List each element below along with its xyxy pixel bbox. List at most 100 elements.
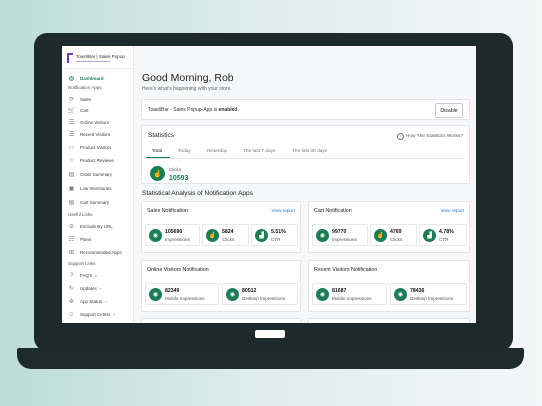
clicks-value: 10593 [169,175,189,182]
how-statistics-link[interactable]: ? How The Statistics Works? [396,133,463,140]
product-visitors-icon: ▭ [68,144,75,151]
desktop-impressions-metric: ◉ 78436 Desktop Impressions [390,283,467,305]
banner-text: ToastiBar - Sales Popup-App is enabled. [148,107,239,113]
metric-value: 5.51% [271,229,286,235]
sidebar-divider [62,68,133,69]
tab-today[interactable]: Today [178,149,191,154]
eye-icon: ◉ [316,229,329,242]
metric-label: Desktop Impressions [242,296,285,301]
analysis-title: Statistical Analysis of Notification App… [142,190,253,197]
tab-yesterday[interactable]: Yesterday [206,149,227,154]
sidebar-item-label: Sales [80,97,92,102]
sidebar-item-low-inventories[interactable]: ▣ Low Inventories [68,184,112,193]
online-visitors-icon: ☰ [68,119,75,126]
view-report-link[interactable]: View report [440,208,464,213]
click-icon: ☝ [206,229,219,242]
sidebar-item-cart[interactable]: 🛒 Cart [68,106,89,115]
laptop-base [17,348,524,369]
order-summary-icon: ▤ [68,171,75,178]
sidebar-item-label: Product Visitors [80,145,112,150]
sidebar-item-label: Updates [80,286,97,291]
updates-icon: ↻ [68,285,75,292]
impressions-metric: ◉ 99770 Impressions [312,224,368,246]
cart-notification-card: Cart Notification View report ◉ 99770 Im… [308,201,470,253]
sidebar-item-label: Plans [80,237,92,242]
page-subtitle: Here's what's happening with your store. [142,86,232,92]
sidebar-item-updates[interactable]: ↻ Updates ↗ [68,284,102,293]
faq-icon: ? [69,272,74,279]
sidebar-item-label: Dashboard [80,76,104,81]
metric-label: Mobile Impressions [165,296,205,301]
cart-icon: 🛒 [67,107,76,114]
sidebar-item-product-reviews[interactable]: ☆ Product Reviews [68,156,114,165]
tab-last-30-days[interactable]: The last 30 days [292,149,327,154]
sidebar-item-label: Online Visitors [80,120,109,125]
tab-divider [146,158,465,159]
help-icon: ? [396,133,404,140]
card-title: Recent Visitors Notification [314,267,378,273]
sidebar-item-product-visitors[interactable]: ▭ Product Visitors [68,143,112,152]
cart-summary-icon: ▤ [68,199,75,206]
metric-label: Impressions [332,237,357,242]
sidebar-item-dashboard[interactable]: ◎ Dashboard [68,74,104,83]
metric-value: 99770 [332,229,347,235]
star-icon: ☆ [68,157,75,164]
link-icon: ⊘ [68,223,75,230]
app-screen: ToastiBar | Sales Popup ◎ Dashboard Noti… [62,46,476,323]
apps-icon: ⊞ [68,249,75,256]
external-link-icon: ↗ [112,312,116,317]
tab-total[interactable]: Total [152,149,162,154]
eye-icon: ◉ [316,288,329,301]
logo-mark-icon [67,53,73,63]
tab-last-7-days[interactable]: The last 7 days [243,149,276,154]
sidebar-item-label: Exclude By URL [80,224,113,229]
sidebar-item-recommended-apps[interactable]: ⊞ Recommended Apps [68,248,122,257]
next-card-partial [308,318,470,323]
view-report-link[interactable]: View report [271,208,295,213]
metric-value: 4.78% [439,229,454,235]
sidebar-item-order-summary[interactable]: ▤ Order Summary [68,170,112,179]
desktop-impressions-metric: ◉ 80512 Desktop Impressions [222,283,298,305]
clicks-label: Clicks [169,167,181,172]
click-icon: ☝ [374,229,387,242]
sidebar-item-sales[interactable]: ⟳ Sales [68,95,91,104]
main-content: Good Morning, Rob Here's what's happenin… [133,46,476,323]
logo-underline [76,61,110,62]
app-logo[interactable]: ToastiBar | Sales Popup [67,52,129,66]
clicks-metric: ☝ 4769 Clicks [370,224,417,246]
sidebar-item-label: Recent Visitors [80,132,111,137]
statistics-panel: Statistics ? How The Statistics Works? T… [141,125,470,184]
card-title: Sales Notification [147,208,188,214]
sidebar-item-label: Product Reviews [80,158,114,163]
sidebar-item-support-center[interactable]: ☺ Support Center ↗ [68,310,115,319]
metric-label: Impressions [165,237,190,242]
sidebar-item-label: FAQ's [80,273,93,278]
sidebar-item-online-visitors[interactable]: ☰ Online Visitors [68,118,109,127]
metric-label: Mobile Impressions [332,296,372,301]
sidebar-item-cart-summary[interactable]: ▤ Cart Summary [68,198,109,207]
metric-value: 105690 [165,229,183,235]
sidebar-item-label: App Status [80,299,103,304]
page-title: Good Morning, Rob [142,72,234,84]
mobile-impressions-metric: ◉ 82349 Mobile Impressions [145,283,219,305]
sidebar-item-faqs[interactable]: ? FAQ's ↗ [68,271,97,280]
dashboard-icon: ◎ [68,75,75,82]
sidebar-item-plans[interactable]: ☷ Plans [68,235,91,244]
sidebar-item-label: Support Center [80,312,111,317]
chart-icon: ▟ [423,229,436,242]
metric-label: CTR [439,237,449,242]
sidebar-item-app-status[interactable]: ✲ App Status ↗ [68,297,107,306]
status-icon: ✲ [68,298,75,305]
metric-value: 4769 [390,229,402,235]
clicks-metric: ☝ 5824 Clicks [202,224,249,246]
sidebar-item-recent-visitors[interactable]: ☰ Recent Visitors [68,130,110,139]
statistics-title: Statistics [148,132,175,139]
metric-label: Clicks [222,237,235,242]
metric-value: 80512 [242,288,257,294]
metric-value: 82349 [165,288,180,294]
disable-button[interactable]: Disable [435,103,463,118]
card-title: Online Visitors Notification [147,267,209,273]
app-status-banner: ToastiBar - Sales Popup-App is enabled. … [141,99,470,120]
external-link-icon: ↗ [98,286,102,291]
sidebar-item-exclude-by-url[interactable]: ⊘ Exclude By URL [68,222,113,231]
